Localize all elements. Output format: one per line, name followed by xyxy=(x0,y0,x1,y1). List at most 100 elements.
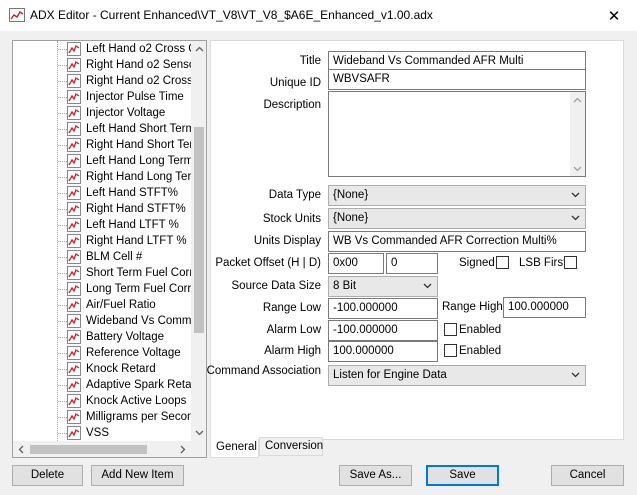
tree-connector-line xyxy=(58,81,67,82)
data-type-select[interactable]: {None} xyxy=(328,185,586,206)
tree-item-label: VSS xyxy=(86,427,110,439)
signed-label: Signed xyxy=(459,257,495,269)
source-data-size-select[interactable]: 8 Bit xyxy=(328,276,438,297)
tree-item[interactable]: Right Hand LTFT % xyxy=(13,233,191,249)
tree-item-label: Right Hand STFT% xyxy=(86,203,186,215)
tree-horizontal-scrollbar[interactable] xyxy=(13,441,191,457)
unique-id-input[interactable]: WBVSAFR xyxy=(328,69,586,90)
save-button[interactable]: Save xyxy=(426,465,499,486)
data-type-value: {None} xyxy=(333,189,369,201)
tree-connector-line xyxy=(58,49,67,50)
tree-horizontal-scroll-thumb[interactable] xyxy=(30,445,147,454)
tree-item-label: Right Hand Long Term Fuel Trim xyxy=(86,171,191,183)
lsb-first-checkbox[interactable] xyxy=(564,256,577,269)
close-button[interactable]: ✕ xyxy=(591,0,637,31)
tree-item[interactable]: Adaptive Spark Retard xyxy=(13,377,191,393)
tree-item[interactable]: Long Term Fuel Correction xyxy=(13,281,191,297)
tree-connector-line xyxy=(58,225,67,226)
tree-connector-line xyxy=(58,177,67,178)
app-icon xyxy=(9,8,25,22)
tree-connector-line xyxy=(58,401,67,402)
command-association-value: Listen for Engine Data xyxy=(333,369,447,381)
tree-vertical-scroll-thumb[interactable] xyxy=(194,127,204,333)
tree-item[interactable]: Left Hand STFT% xyxy=(13,185,191,201)
scroll-down-arrow-icon[interactable] xyxy=(191,425,206,441)
range-high-input[interactable]: 100.000000 xyxy=(503,297,586,318)
tree-item[interactable]: Short Term Fuel Correction xyxy=(13,265,191,281)
tree-item[interactable]: Left Hand LTFT % xyxy=(13,217,191,233)
parameter-tree[interactable]: Left Hand o2 Cross Counts Right Hand o2 S… xyxy=(12,40,207,458)
tree-item-label: Reference Voltage xyxy=(86,347,181,359)
alarm-high-label: Alarm High xyxy=(264,345,321,357)
chevron-down-icon xyxy=(571,372,580,378)
tree-item[interactable]: Left Hand o2 Cross Counts xyxy=(13,41,191,57)
tab-conversion[interactable]: Conversion xyxy=(259,437,323,456)
tree-vertical-scrollbar[interactable] xyxy=(191,41,206,441)
source-data-size-value: 8 Bit xyxy=(333,280,357,292)
tree-item[interactable]: Right Hand STFT% xyxy=(13,201,191,217)
alarm-high-input[interactable]: 100.000000 xyxy=(328,341,438,362)
tree-connector-line xyxy=(58,129,67,130)
line-chart-icon xyxy=(67,266,81,280)
source-data-size-label: Source Data Size xyxy=(231,280,322,292)
range-low-input[interactable]: -100.000000 xyxy=(328,298,438,319)
title-label: Title xyxy=(299,55,321,67)
line-chart-icon xyxy=(67,298,81,312)
alarm-low-enabled-checkbox[interactable] xyxy=(444,323,457,336)
description-textarea[interactable] xyxy=(328,91,586,177)
tree-item[interactable]: Wideband Vs Commanded AFR Multi xyxy=(13,313,191,329)
tree-item[interactable]: Milligrams per Second per Cylinder xyxy=(13,409,191,425)
tree-connector-line xyxy=(58,305,67,306)
tree-item[interactable]: Right Hand o2 Sensor xyxy=(13,57,191,73)
tree-item[interactable]: Right Hand o2 Cross Counts xyxy=(13,73,191,89)
units-display-label: Units Display xyxy=(253,235,321,247)
line-chart-icon xyxy=(67,42,81,56)
tree-item[interactable]: Right Hand Short Term Fuel Trim xyxy=(13,137,191,153)
packet-offset-dec-input[interactable]: 0 xyxy=(386,253,438,274)
delete-button[interactable]: Delete xyxy=(12,465,83,486)
tree-item[interactable]: Reference Voltage xyxy=(13,345,191,361)
packet-offset-hex-input[interactable]: 0x00 xyxy=(328,253,384,274)
tree-item[interactable]: VSS xyxy=(13,425,191,441)
alarm-high-enabled-checkbox[interactable] xyxy=(444,344,457,357)
tree-connector-line xyxy=(58,65,67,66)
alarm-low-input[interactable]: -100.000000 xyxy=(328,320,438,341)
scroll-left-arrow-icon[interactable] xyxy=(13,441,29,457)
description-scroll-up-icon[interactable] xyxy=(570,92,585,107)
tree-item[interactable]: Injector Voltage xyxy=(13,105,191,121)
tree-item-label: Wideband Vs Commanded AFR Multi xyxy=(86,315,191,327)
tree-item[interactable]: Air/Fuel Ratio xyxy=(13,297,191,313)
tree-connector-line xyxy=(58,337,67,338)
cancel-button[interactable]: Cancel xyxy=(551,465,624,486)
tab-general[interactable]: General xyxy=(210,439,259,458)
line-chart-icon xyxy=(67,218,81,232)
scroll-up-arrow-icon[interactable] xyxy=(191,41,206,57)
tree-connector-line xyxy=(58,353,67,354)
alarm-low-label: Alarm Low xyxy=(266,324,321,336)
units-display-input[interactable]: WB Vs Commanded AFR Correction Multi% xyxy=(328,231,586,252)
line-chart-icon xyxy=(67,410,81,424)
scroll-right-arrow-icon[interactable] xyxy=(175,441,191,457)
description-scroll-down-icon[interactable] xyxy=(570,161,585,176)
save-as-button[interactable]: Save As... xyxy=(339,465,412,486)
command-association-select[interactable]: Listen for Engine Data xyxy=(328,365,586,386)
tree-items: Left Hand o2 Cross Counts Right Hand o2 S… xyxy=(13,41,191,441)
unique-id-label: Unique ID xyxy=(269,77,321,89)
line-chart-icon xyxy=(67,154,81,168)
signed-checkbox[interactable] xyxy=(496,256,509,269)
tree-item[interactable]: Right Hand Long Term Fuel Trim xyxy=(13,169,191,185)
line-chart-icon xyxy=(67,394,81,408)
line-chart-icon xyxy=(67,90,81,104)
tree-item[interactable]: Left Hand Short Term Fuel Trim xyxy=(13,121,191,137)
tree-item[interactable]: Battery Voltage xyxy=(13,329,191,345)
tree-item[interactable]: Knock Active Loops xyxy=(13,393,191,409)
tree-item[interactable]: BLM Cell # xyxy=(13,249,191,265)
line-chart-icon xyxy=(67,106,81,120)
stock-units-select[interactable]: {None} xyxy=(328,208,586,229)
description-scrollbar[interactable] xyxy=(570,92,585,176)
tree-item[interactable]: Injector Pulse Time xyxy=(13,89,191,105)
tree-connector-line xyxy=(58,145,67,146)
tree-item[interactable]: Left Hand Long Term Fuel Trim xyxy=(13,153,191,169)
add-new-item-button[interactable]: Add New Item xyxy=(91,465,184,486)
tree-item[interactable]: Knock Retard xyxy=(13,361,191,377)
